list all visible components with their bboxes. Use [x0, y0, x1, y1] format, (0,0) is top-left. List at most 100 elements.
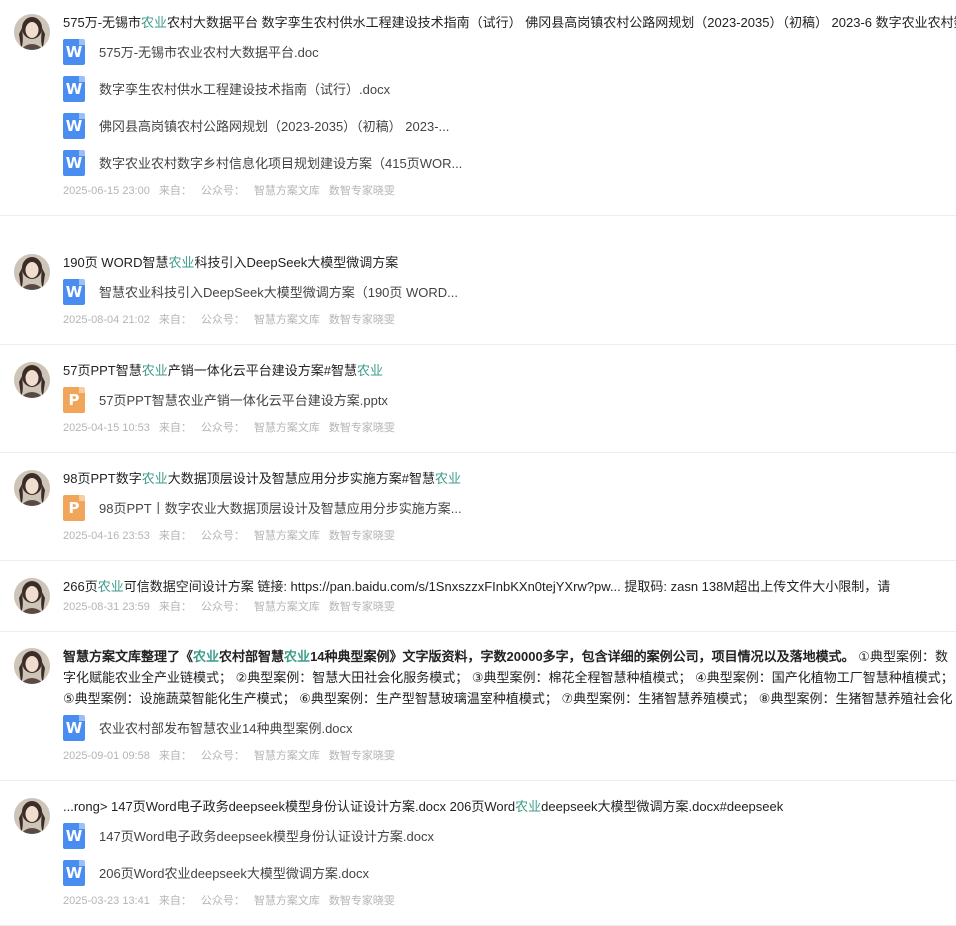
post-title[interactable]: ...rong> 147页Word电子政务deepseek模型身份认证设计方案.…: [63, 796, 956, 817]
post-meta: 2025-08-31 23:59 来自： 公众号： 智慧方案文库 数智专家晓雯: [63, 597, 956, 631]
from-label: 来自：: [158, 185, 192, 197]
result-post: 575万-无锡市农业农村大数据平台 数字孪生农村供水工程建设技术指南（试行） 佛…: [0, 12, 956, 216]
title-text: 产销一体化云平台建设方案#智慧: [167, 363, 357, 378]
account-link[interactable]: 智慧方案文库: [254, 601, 320, 613]
file-name[interactable]: 575万-无锡市农业农村大数据平台.doc: [99, 42, 319, 61]
post-date: 2025-04-16 23:53: [63, 530, 150, 542]
account-link[interactable]: 智慧方案文库: [254, 895, 320, 907]
author-link[interactable]: 数智专家晓雯: [329, 530, 395, 542]
word-doc-icon: W: [63, 112, 85, 139]
post-date: 2025-08-04 21:02: [63, 314, 150, 326]
title-text: 科技引入DeepSeek大模型微调方案: [194, 255, 399, 270]
post-date: 2025-04-15 10:53: [63, 422, 150, 434]
file-name[interactable]: 农业农村部发布智慧农业14种典型案例.docx: [99, 718, 353, 737]
author-link[interactable]: 数智专家晓雯: [329, 422, 395, 434]
title-text: deepseek大模型微调方案.docx#deepseek: [541, 799, 784, 814]
avatar[interactable]: [14, 470, 50, 506]
file-attachment[interactable]: W 佛冈县高岗镇农村公路网规划（2023-2035）（初稿） 2023-...: [63, 107, 956, 144]
source-label: 公众号：: [200, 895, 245, 907]
avatar[interactable]: [14, 14, 50, 50]
post-title[interactable]: 190页 WORD智慧农业科技引入DeepSeek大模型微调方案: [63, 252, 956, 273]
avatar[interactable]: [14, 578, 50, 614]
account-link[interactable]: 智慧方案文库: [254, 422, 320, 434]
from-label: 来自：: [158, 530, 192, 542]
file-attachment[interactable]: W 206页Word农业deepseek大模型微调方案.docx: [63, 854, 956, 891]
file-attachment[interactable]: W 数字孪生农村供水工程建设技术指南（试行）.docx: [63, 70, 956, 107]
file-attachment[interactable]: W 147页Word电子政务deepseek模型身份认证设计方案.docx: [63, 817, 956, 854]
avatar[interactable]: [14, 254, 50, 290]
title-text: 266页: [63, 579, 98, 594]
file-attachment[interactable]: W 数字农业农村数字乡村信息化项目规划建设方案（415页WOR...: [63, 144, 956, 181]
author-link[interactable]: 数智专家晓雯: [329, 601, 395, 613]
file-name[interactable]: 57页PPT智慧农业产销一体化云平台建设方案.pptx: [99, 390, 388, 409]
post-meta: 2025-06-15 23:00 来自： 公众号： 智慧方案文库 数智专家晓雯: [63, 181, 956, 215]
ppt-file-icon: P: [63, 386, 85, 413]
post-title[interactable]: 98页PPT数字农业大数据顶层设计及智慧应用分步实施方案#智慧农业: [63, 468, 956, 489]
post-title[interactable]: 智慧方案文库整理了《农业农村部智慧农业14种典型案例》文字版资料，字数20000…: [63, 646, 956, 709]
file-name[interactable]: 数字农业农村数字乡村信息化项目规划建设方案（415页WOR...: [99, 153, 462, 172]
file-name[interactable]: 数字孪生农村供水工程建设技术指南（试行）.docx: [99, 79, 390, 98]
result-post: 57页PPT智慧农业产销一体化云平台建设方案#智慧农业 P 57页PPT智慧农业产销…: [0, 360, 956, 453]
file-name[interactable]: 智慧农业科技引入DeepSeek大模型微调方案（190页 WORD...: [99, 282, 458, 301]
account-link[interactable]: 智慧方案文库: [254, 185, 320, 197]
post-meta: 2025-03-23 13:41 来自： 公众号： 智慧方案文库 数智专家晓雯: [63, 891, 956, 925]
file-name[interactable]: 佛冈县高岗镇农村公路网规划（2023-2035）（初稿） 2023-...: [99, 116, 449, 135]
file-type-letter: W: [65, 826, 83, 845]
author-link[interactable]: 数智专家晓雯: [329, 185, 395, 197]
from-label: 来自：: [158, 750, 192, 762]
word-doc-icon: W: [63, 278, 85, 305]
post-title[interactable]: 575万-无锡市农业农村大数据平台 数字孪生农村供水工程建设技术指南（试行） 佛…: [63, 12, 956, 33]
file-type-letter: W: [65, 116, 83, 135]
post-meta: 2025-09-01 09:58 来自： 公众号： 智慧方案文库 数智专家晓雯: [63, 746, 956, 780]
file-type-letter: W: [65, 79, 83, 98]
from-label: 来自：: [158, 895, 192, 907]
title-text: 57页PPT智慧: [63, 363, 142, 378]
result-post: 98页PPT数字农业大数据顶层设计及智慧应用分步实施方案#智慧农业 P 98页PPT…: [0, 468, 956, 561]
from-label: 来自：: [158, 601, 192, 613]
file-name[interactable]: 206页Word农业deepseek大模型微调方案.docx: [99, 863, 369, 882]
post-title[interactable]: 57页PPT智慧农业产销一体化云平台建设方案#智慧农业: [63, 360, 956, 381]
file-name[interactable]: 147页Word电子政务deepseek模型身份认证设计方案.docx: [99, 826, 434, 845]
avatar-image: [14, 648, 50, 684]
source-label: 公众号：: [200, 314, 245, 326]
avatar[interactable]: [14, 362, 50, 398]
avatar-image: [14, 470, 50, 506]
keyword-highlight: 农业: [435, 471, 462, 486]
title-text: 14种典型案例》文字版资料，字数20000多字，包含详细的案例公司，项目情况以及…: [310, 649, 859, 664]
source-label: 公众号：: [200, 422, 245, 434]
title-text: 可信数据空间设计方案 链接: https://pan.baidu.com/s/1…: [123, 579, 891, 594]
word-doc-icon: W: [63, 38, 85, 65]
author-link[interactable]: 数智专家晓雯: [329, 895, 395, 907]
file-attachment[interactable]: W 农业农村部发布智慧农业14种典型案例.docx: [63, 709, 956, 746]
author-link[interactable]: 数智专家晓雯: [329, 314, 395, 326]
post-title[interactable]: 266页农业可信数据空间设计方案 链接: https://pan.baidu.c…: [63, 576, 956, 597]
post-meta: 2025-08-04 21:02 来自： 公众号： 智慧方案文库 数智专家晓雯: [63, 310, 956, 344]
word-doc-icon: W: [63, 75, 85, 102]
file-attachment[interactable]: W 智慧农业科技引入DeepSeek大模型微调方案（190页 WORD...: [63, 273, 956, 310]
account-link[interactable]: 智慧方案文库: [254, 750, 320, 762]
source-label: 公众号：: [200, 530, 245, 542]
avatar-image: [14, 14, 50, 50]
avatar[interactable]: [14, 648, 50, 684]
word-doc-icon: W: [63, 714, 85, 741]
word-doc-icon: W: [63, 822, 85, 849]
result-post: 266页农业可信数据空间设计方案 链接: https://pan.baidu.c…: [0, 576, 956, 632]
file-type-letter: W: [65, 718, 83, 737]
source-label: 公众号：: [200, 601, 245, 613]
avatar-image: [14, 798, 50, 834]
ppt-file-icon: P: [63, 494, 85, 521]
post-date: 2025-08-31 23:59: [63, 601, 150, 613]
file-attachment[interactable]: W 575万-无锡市农业农村大数据平台.doc: [63, 33, 956, 70]
account-link[interactable]: 智慧方案文库: [254, 530, 320, 542]
file-attachment[interactable]: P 98页PPT丨数字农业大数据顶层设计及智慧应用分步实施方案...: [63, 489, 956, 526]
account-link[interactable]: 智慧方案文库: [254, 314, 320, 326]
source-label: 公众号：: [200, 185, 245, 197]
file-attachment[interactable]: P 57页PPT智慧农业产销一体化云平台建设方案.pptx: [63, 381, 956, 418]
avatar-image: [14, 362, 50, 398]
avatar[interactable]: [14, 798, 50, 834]
post-meta: 2025-04-15 10:53 来自： 公众号： 智慧方案文库 数智专家晓雯: [63, 418, 956, 452]
title-text: 大数据顶层设计及智慧应用分步实施方案#智慧: [167, 471, 435, 486]
title-text: 智慧方案文库整理了《: [63, 649, 194, 664]
file-name[interactable]: 98页PPT丨数字农业大数据顶层设计及智慧应用分步实施方案...: [99, 498, 462, 517]
author-link[interactable]: 数智专家晓雯: [329, 750, 395, 762]
